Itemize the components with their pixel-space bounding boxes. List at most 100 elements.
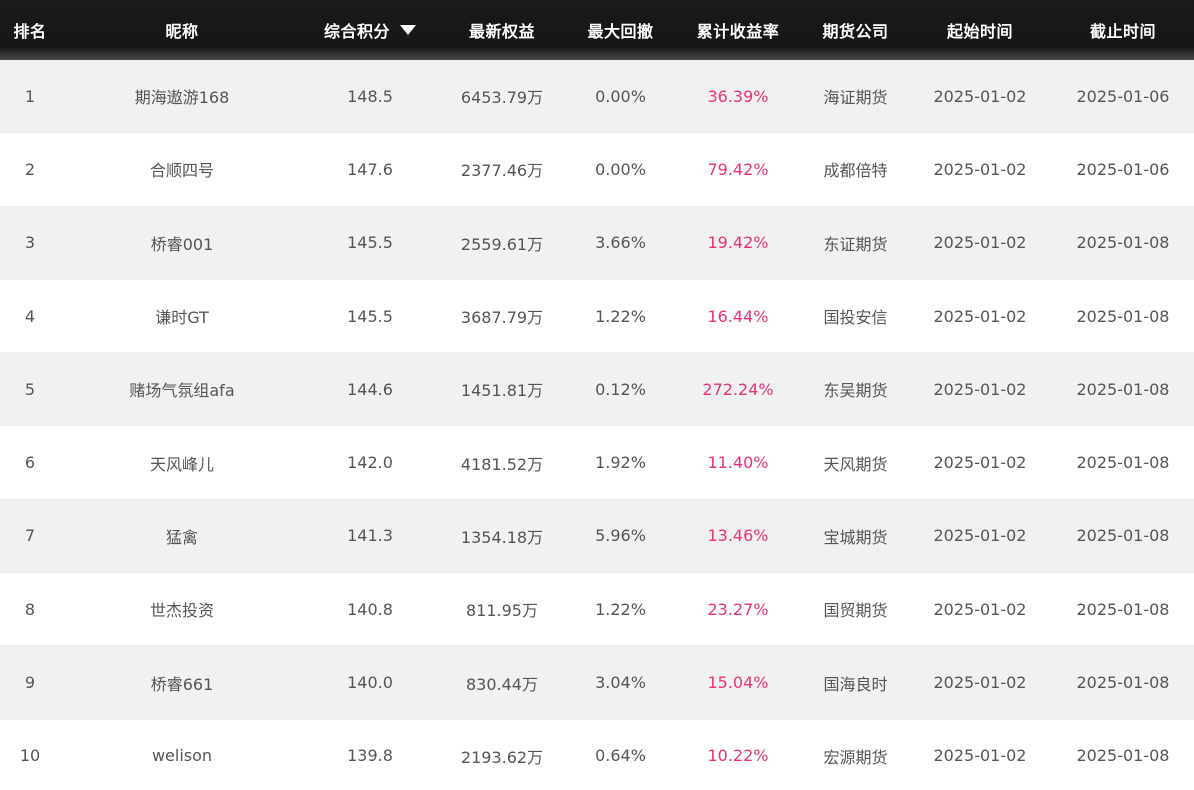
- rank-cell: 1: [24, 86, 36, 106]
- table-row[interactable]: 3 桥睿001 145.5 2559.61万 3.66% 19.42% 东证期货 2025-0…: [0, 206, 1194, 280]
- header-drawdown[interactable]: 最大回撤: [568, 18, 673, 42]
- header-start[interactable]: 起始时间: [908, 18, 1052, 42]
- return-cell: 16.44%: [707, 306, 769, 326]
- return-cell: 15.04%: [707, 673, 769, 693]
- return-cell: 272.24%: [702, 379, 774, 399]
- drawdown-cell: 0.12%: [595, 379, 646, 399]
- nickname-cell[interactable]: 猛禽: [60, 524, 304, 548]
- return-cell: 36.39%: [707, 86, 769, 106]
- rank-cell: 5: [24, 379, 36, 399]
- score-cell: 142.0: [347, 453, 393, 473]
- start-time-cell: 2025-01-02: [933, 86, 1027, 106]
- score-cell: 141.3: [347, 526, 393, 546]
- table-row[interactable]: 6 天风峰儿 142.0 4181.52万 1.92% 11.40% 天风期货 2025-01…: [0, 426, 1194, 500]
- company-cell: 成都倍特: [823, 161, 888, 181]
- company-cell: 宝城期货: [823, 527, 888, 547]
- start-time-cell: 2025-01-02: [933, 599, 1027, 619]
- drawdown-cell: 0.00%: [595, 159, 646, 179]
- drawdown-cell: 1.22%: [595, 599, 646, 619]
- table-header: 排名 昵称 综合积分 最新权益 最大回撤 累计收益率 期货公司 起始时间 截止时…: [0, 0, 1194, 60]
- table-row[interactable]: 9 桥睿661 140.0 830.44万 3.04% 15.04% 国海良时 2025-01…: [0, 646, 1194, 720]
- rank-cell: 8: [24, 599, 36, 619]
- rank-cell: 7: [24, 526, 36, 546]
- return-cell: 11.40%: [707, 453, 769, 473]
- header-rank[interactable]: 排名: [0, 18, 60, 42]
- nickname-cell[interactable]: 桥睿661: [60, 671, 304, 695]
- end-time-cell: 2025-01-08: [1076, 673, 1170, 693]
- score-cell: 144.6: [347, 379, 393, 399]
- equity-cell: 4181.52万: [460, 454, 544, 474]
- equity-cell: 6453.79万: [460, 88, 544, 108]
- header-company[interactable]: 期货公司: [803, 18, 908, 42]
- table-row[interactable]: 8 世杰投资 140.8 811.95万 1.22% 23.27% 国贸期货 2025-01-…: [0, 573, 1194, 647]
- header-return[interactable]: 累计收益率: [673, 18, 803, 42]
- triangle-down-icon[interactable]: [400, 25, 416, 35]
- rank-cell: 3: [24, 233, 36, 253]
- return-cell: 13.46%: [707, 526, 769, 546]
- end-time-cell: 2025-01-08: [1076, 746, 1170, 766]
- drawdown-cell: 3.04%: [595, 673, 646, 693]
- start-time-cell: 2025-01-02: [933, 453, 1027, 473]
- company-cell: 国贸期货: [823, 601, 888, 621]
- equity-cell: 811.95万: [466, 601, 538, 621]
- table-row[interactable]: 2 合顺四号 147.6 2377.46万 0.00% 79.42% 成都倍特 2025-01…: [0, 133, 1194, 207]
- nickname-cell[interactable]: 合顺四号: [60, 157, 304, 181]
- end-time-cell: 2025-01-06: [1076, 159, 1170, 179]
- company-cell: 国投安信: [823, 308, 888, 328]
- start-time-cell: 2025-01-02: [933, 233, 1027, 253]
- equity-cell: 2377.46万: [460, 161, 544, 181]
- drawdown-cell: 1.92%: [595, 453, 646, 473]
- return-cell: 23.27%: [707, 599, 769, 619]
- table-row[interactable]: 1 期海遨游168 148.5 6453.79万 0.00% 36.39% 海证期货 2025…: [0, 60, 1194, 134]
- drawdown-cell: 0.64%: [595, 746, 646, 766]
- score-cell: 139.8: [347, 746, 393, 766]
- drawdown-cell: 1.22%: [595, 306, 646, 326]
- header-score-label: 综合积分: [323, 22, 390, 41]
- rank-cell: 2: [24, 159, 36, 179]
- return-cell: 10.22%: [707, 746, 769, 766]
- company-cell: 海证期货: [823, 88, 888, 108]
- end-time-cell: 2025-01-08: [1076, 306, 1170, 326]
- end-time-cell: 2025-01-08: [1076, 526, 1170, 546]
- start-time-cell: 2025-01-02: [933, 746, 1027, 766]
- equity-cell: 830.44万: [466, 674, 538, 694]
- table-row[interactable]: 5 赌场气氛组afa 144.6 1451.81万 0.12% 272.24% 东吴期货 20…: [0, 353, 1194, 427]
- end-time-cell: 2025-01-06: [1076, 86, 1170, 106]
- nickname-cell[interactable]: 桥睿001: [60, 231, 304, 255]
- equity-cell: 2193.62万: [460, 747, 544, 767]
- company-cell: 宏源期货: [823, 747, 888, 767]
- nickname-cell[interactable]: welison: [60, 746, 304, 765]
- ranking-table: 排名 昵称 综合积分 最新权益 最大回撤 累计收益率 期货公司 起始时间 截止时…: [0, 0, 1194, 790]
- equity-cell: 3687.79万: [460, 308, 544, 328]
- end-time-cell: 2025-01-08: [1076, 379, 1170, 399]
- start-time-cell: 2025-01-02: [933, 673, 1027, 693]
- score-cell: 145.5: [347, 233, 393, 253]
- nickname-cell[interactable]: 赌场气氛组afa: [60, 377, 304, 401]
- table-row[interactable]: 10 welison 139.8 2193.62万 0.64% 10.22% 宏源期货 202…: [0, 719, 1194, 790]
- nickname-cell[interactable]: 期海遨游168: [60, 84, 304, 108]
- table-row[interactable]: 4 谦时GT 145.5 3687.79万 1.22% 16.44% 国投安信 2025-01…: [0, 279, 1194, 354]
- rank-cell: 9: [24, 673, 36, 693]
- score-cell: 145.5: [347, 306, 393, 326]
- nickname-cell[interactable]: 天风峰儿: [60, 451, 304, 475]
- equity-cell: 2559.61万: [460, 234, 544, 254]
- rank-cell: 4: [24, 306, 36, 326]
- table-body: 1 期海遨游168 148.5 6453.79万 0.00% 36.39% 海证期货 2025…: [0, 60, 1194, 790]
- header-end[interactable]: 截止时间: [1052, 18, 1194, 42]
- score-cell: 147.6: [347, 159, 393, 179]
- nickname-cell[interactable]: 谦时GT: [60, 304, 304, 328]
- header-score[interactable]: 综合积分: [304, 18, 436, 42]
- nickname-cell[interactable]: 世杰投资: [60, 597, 304, 621]
- header-equity[interactable]: 最新权益: [436, 18, 568, 42]
- drawdown-cell: 3.66%: [595, 233, 646, 253]
- return-cell: 79.42%: [707, 159, 769, 179]
- score-cell: 148.5: [347, 86, 393, 106]
- rank-cell: 10: [19, 746, 41, 766]
- header-nickname[interactable]: 昵称: [60, 18, 304, 42]
- score-cell: 140.0: [347, 673, 393, 693]
- rank-cell: 6: [24, 453, 36, 473]
- table-row[interactable]: 7 猛禽 141.3 1354.18万 5.96% 13.46% 宝城期货 2025-01-0…: [0, 499, 1194, 574]
- drawdown-cell: 5.96%: [595, 526, 646, 546]
- end-time-cell: 2025-01-08: [1076, 599, 1170, 619]
- start-time-cell: 2025-01-02: [933, 306, 1027, 326]
